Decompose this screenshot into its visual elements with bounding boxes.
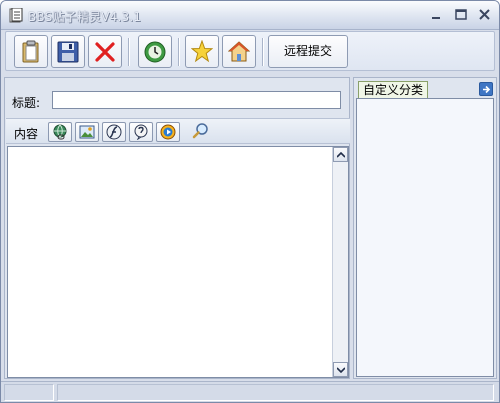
main-window: BBS贴子精灵V4.3.1 远程提交 标题: 内容 自定义分类 [0, 0, 500, 403]
expand-panel-button[interactable] [479, 82, 493, 96]
insert-flash-button[interactable] [102, 122, 126, 142]
home-button[interactable] [222, 35, 256, 68]
insert-image-button[interactable] [75, 122, 99, 142]
minimize-button[interactable] [425, 5, 447, 25]
status-cell [57, 384, 494, 401]
save-button[interactable] [51, 35, 85, 68]
title-bar[interactable]: BBS贴子精灵V4.3.1 [1, 1, 499, 30]
scroll-up-button[interactable] [333, 147, 348, 162]
format-toolbar: 内容 [6, 118, 350, 144]
refresh-button[interactable] [138, 35, 172, 68]
title-input[interactable] [52, 91, 341, 109]
chevron-down-icon [337, 367, 345, 373]
category-list[interactable] [356, 98, 494, 377]
vertical-scrollbar[interactable] [332, 147, 348, 377]
toolbar-separator [128, 38, 130, 66]
insert-link-button[interactable] [48, 122, 72, 142]
title-label: 标题: [12, 96, 41, 110]
insert-emote-button[interactable] [129, 122, 153, 142]
status-cell [4, 384, 54, 401]
content-editor[interactable] [7, 146, 349, 378]
scroll-down-button[interactable] [333, 362, 348, 377]
app-book-icon [9, 7, 23, 23]
content-label: 内容 [14, 127, 39, 141]
tab-custom-category[interactable]: 自定义分类 [358, 81, 429, 98]
category-panel: 自定义分类 [353, 77, 497, 379]
chevron-up-icon [337, 152, 345, 158]
maximize-button[interactable] [450, 5, 472, 25]
toolbar-separator [262, 38, 264, 66]
search-icon[interactable] [192, 122, 210, 140]
toolbar-separator [178, 38, 180, 66]
arrow-right-icon [483, 85, 491, 94]
post-editor-panel: 标题: 内容 [4, 77, 350, 379]
new-post-button[interactable] [14, 35, 48, 68]
toolbar: 远程提交 [5, 31, 495, 71]
remote-submit-button[interactable]: 远程提交 [268, 35, 348, 68]
close-button[interactable] [474, 5, 496, 25]
delete-button[interactable] [88, 35, 122, 68]
favorite-button[interactable] [185, 35, 219, 68]
insert-media-button[interactable] [156, 122, 180, 142]
status-bar [1, 381, 499, 402]
window-title: BBS贴子精灵V4.3.1 [28, 10, 142, 24]
